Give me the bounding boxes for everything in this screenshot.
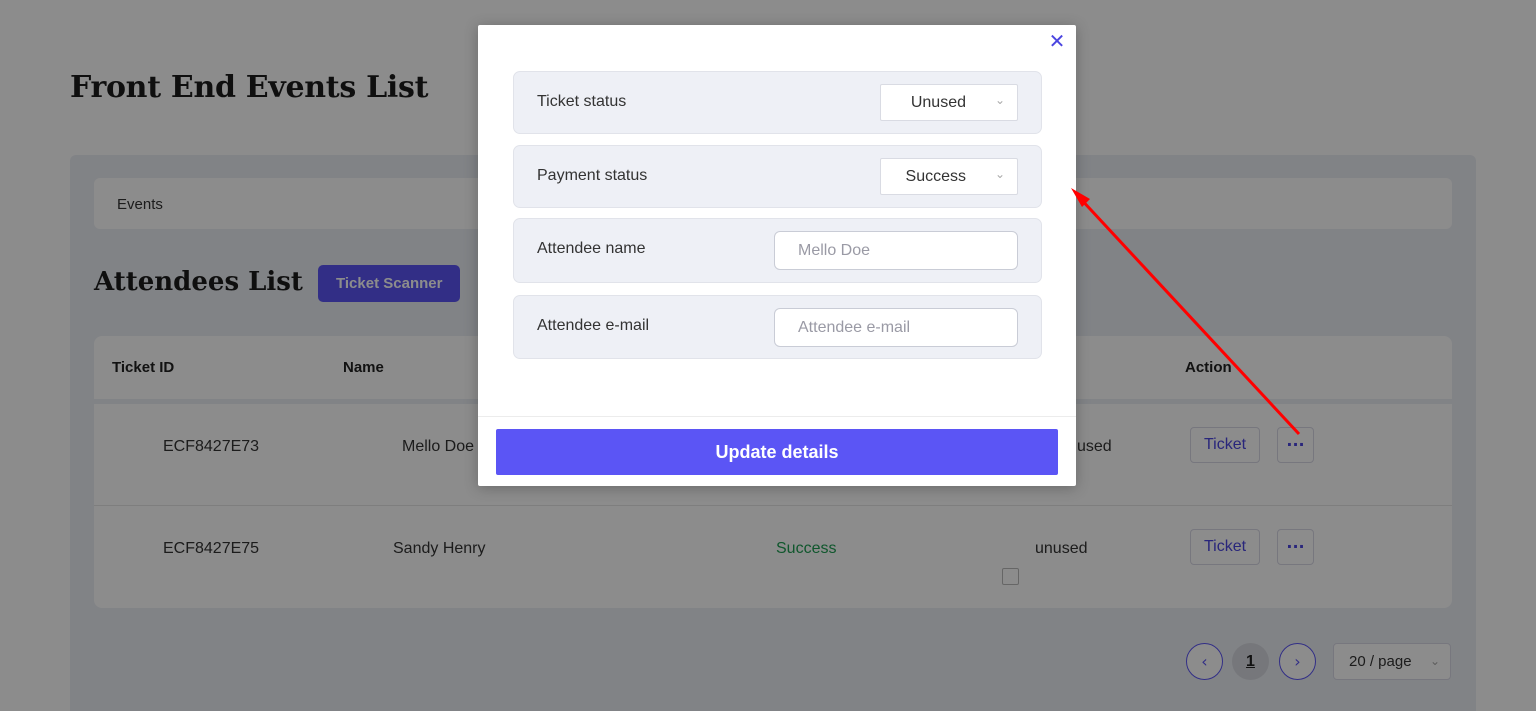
chevron-down-icon: ⌄ <box>994 167 1005 181</box>
payment-status-label: Payment status <box>537 167 648 184</box>
edit-attendee-modal: ✕ Ticket status Unused ⌄ Payment status … <box>478 25 1076 486</box>
ticket-status-select[interactable]: Unused ⌄ <box>880 84 1018 121</box>
attendee-email-input[interactable] <box>774 308 1018 347</box>
chevron-down-icon: ⌄ <box>994 93 1005 107</box>
payment-status-row: Payment status Success ⌄ <box>513 145 1042 208</box>
ticket-status-label: Ticket status <box>537 93 627 110</box>
payment-status-value: Success <box>905 168 966 185</box>
attendee-name-row: Attendee name <box>513 218 1042 283</box>
close-icon[interactable]: ✕ <box>1046 30 1068 52</box>
ticket-status-row: Ticket status Unused ⌄ <box>513 71 1042 134</box>
attendee-name-label: Attendee name <box>537 240 646 257</box>
update-details-button[interactable]: Update details <box>496 429 1058 475</box>
modal-footer: Update details <box>478 416 1076 486</box>
attendee-email-label: Attendee e-mail <box>537 317 650 334</box>
payment-status-select[interactable]: Success ⌄ <box>880 158 1018 195</box>
ticket-status-value: Unused <box>910 94 966 111</box>
attendee-name-input[interactable] <box>774 231 1018 270</box>
attendee-email-row: Attendee e-mail <box>513 295 1042 359</box>
